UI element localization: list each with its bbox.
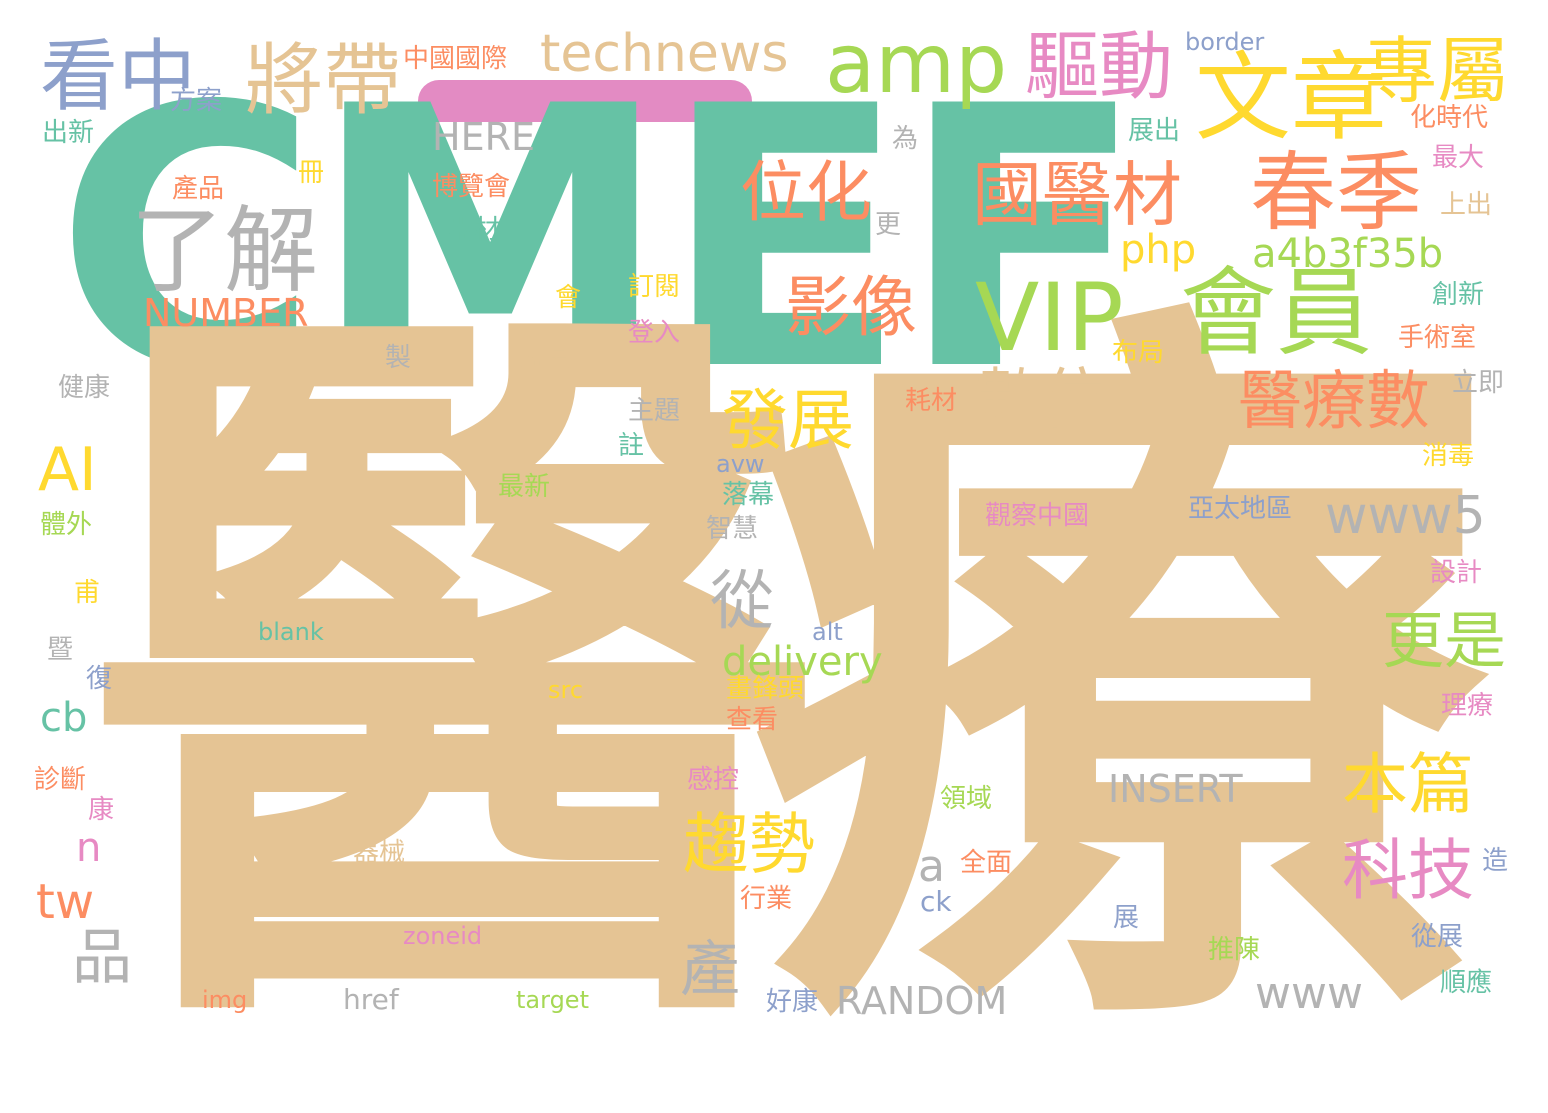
word-chuxin: 出新 (42, 118, 95, 148)
word-wei: 為 (892, 124, 919, 154)
word-zuida: 最大 (1432, 143, 1485, 173)
word-shengyan: 盛宴 (520, 343, 573, 373)
word-kang: 康 (88, 795, 115, 825)
word-fu: 甫 (74, 578, 101, 608)
word-dingyue: 訂閱 (628, 272, 681, 302)
word-zhi: 製 (385, 343, 412, 373)
word-technews: technews (540, 24, 789, 84)
word-cb: cb (40, 695, 88, 741)
word-wenzhang: 文章 (1195, 42, 1387, 154)
word-geng: 更 (875, 210, 902, 240)
word-haocai: 耗材 (905, 386, 958, 416)
word-chuangxin: 創新 (1432, 280, 1485, 310)
word-zhuanshu: 專屬 (1365, 29, 1510, 113)
word-liliao: 理療 (1441, 691, 1494, 721)
word-yiliaoshu: 醫療數 (1238, 365, 1430, 439)
word-buju: 布局 (1112, 338, 1165, 368)
word-zhongguoguoji: 中國國際 (403, 44, 508, 74)
word-yataidiqu: 亞太地區 (1188, 494, 1293, 524)
word-zhuti: 主題 (628, 396, 681, 426)
word-fazhan: 發展 (722, 382, 854, 459)
word-pin: 品 (72, 923, 132, 993)
word-jiangdai: 將帶 (245, 36, 402, 126)
word-ck: ck (920, 885, 952, 918)
word-ji: 暨 (47, 635, 74, 665)
word-target: target (516, 986, 589, 1014)
word-denglu: 登入 (628, 318, 681, 348)
word-qushi: 趨勢 (683, 806, 815, 883)
word-zhenduan: 診斷 (34, 765, 87, 795)
word-zhu: 註 (618, 431, 645, 461)
word-fuu: 復 (86, 664, 113, 694)
word-yingxiang: 影像 (785, 269, 917, 346)
word-huiyuan: 會員 (1180, 257, 1372, 369)
word-benpian: 本篇 (1342, 746, 1474, 823)
word-random: RANDOM (836, 979, 1008, 1023)
word-tuichen: 推陳 (1208, 935, 1261, 965)
word-amp: amp (825, 17, 1008, 112)
word-gengshi: 更是 (1382, 604, 1507, 677)
word-zhanchu: 展出 (1128, 116, 1181, 146)
word-guanchazhongguo: 觀察中國 (985, 501, 1090, 531)
word-zhoneid: zoneid (403, 922, 483, 950)
word-cloud: CMEF 醫療看中 將帶 中國國際 technews amp 驅動 border 文章 專屬 方案出… (0, 0, 1548, 1053)
word-zao: 造 (1482, 846, 1509, 876)
word-ganzhou: 感控 (687, 765, 740, 795)
word-huaqiantou: 畫鋒頭 (726, 674, 805, 704)
word-here: HERE (432, 115, 535, 159)
word-quanmian: 全面 (960, 848, 1013, 878)
word-chunji: 春季 (1250, 143, 1422, 243)
word-shuwei: 數位 (975, 361, 1107, 438)
word-img: img (202, 986, 248, 1014)
word-insert: INSERT (1108, 767, 1243, 811)
word-shoushushi: 手術室 (1398, 323, 1477, 353)
word-congzhan: 從展 (1411, 922, 1464, 952)
word-liji: 立即 (1452, 368, 1505, 398)
word-shangchu: 上出 (1440, 190, 1493, 220)
word-jiankang: 健康 (58, 373, 111, 403)
word-liaojie: 了解 (130, 197, 319, 306)
word-ai: AI (38, 435, 97, 505)
word-lingyu: 領域 (940, 784, 993, 814)
word-qixie: 器械 (353, 838, 406, 868)
word-qicai: 器材 (448, 215, 501, 245)
word-zhan: 展 (1113, 903, 1140, 933)
word-n: n (76, 825, 102, 871)
word-shunying: 順應 (1440, 968, 1493, 998)
word-bolanhui: 博覽會 (432, 172, 511, 202)
word-src: src (548, 676, 584, 704)
word-chakan: 查看 (726, 705, 779, 735)
word-qudong: 驅動 (1025, 24, 1173, 110)
word-vip: VIP (975, 264, 1124, 373)
word-hui: 會 (555, 283, 582, 313)
word-weihua: 位化 (740, 154, 872, 231)
word-cong: 從 (710, 565, 774, 639)
word-hangye: 行業 (740, 884, 793, 914)
word-keji: 科技 (1342, 832, 1474, 909)
word-a: a (918, 841, 945, 892)
word-haokang: 好康 (766, 987, 819, 1017)
word-www5: www5 (1325, 486, 1486, 546)
word-chanpin: 產品 (172, 174, 225, 204)
word-zhihui: 智慧 (706, 514, 759, 544)
word-href: href (343, 983, 399, 1016)
word-ce: 冊 (298, 158, 325, 188)
word-tiwai: 體外 (40, 510, 93, 540)
word-avw: avw (716, 450, 765, 478)
word-chan: 產 (680, 935, 740, 1005)
word-xiaodu: 消毒 (1422, 441, 1475, 471)
word-shejie: 設計 (1430, 558, 1483, 588)
word-blank: blank (258, 618, 324, 646)
word-fangan: 方案 (170, 86, 223, 116)
word-www: www (1255, 968, 1363, 1019)
word-number: NUMBER (143, 291, 309, 335)
word-tw: tw (36, 874, 95, 930)
word-zuixin: 最新 (498, 472, 551, 502)
word-guoyicai: 國醫材 (972, 154, 1182, 236)
word-huashidai: 化時代 (1410, 103, 1489, 133)
word-luomu: 落幕 (722, 480, 775, 510)
